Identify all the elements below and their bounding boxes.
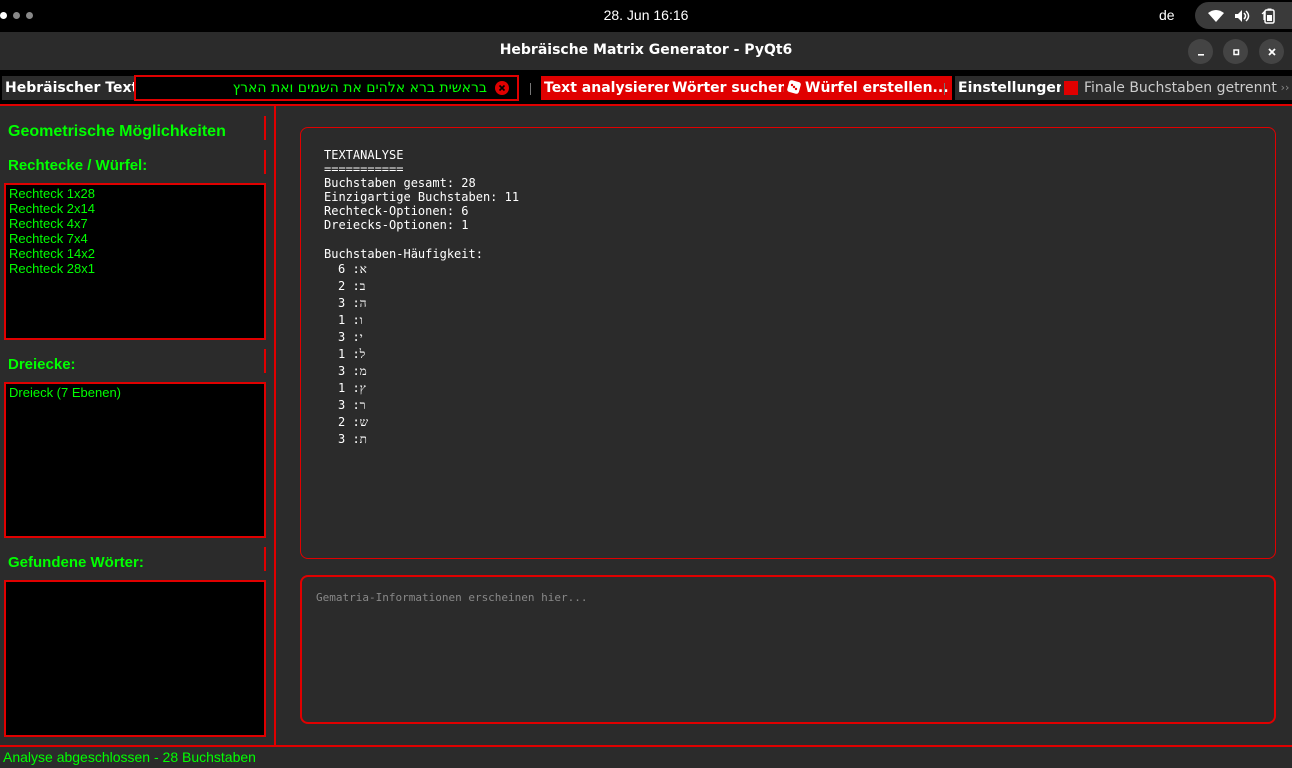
output-panel: TEXTANALYSE =========== Buchstaben gesam…	[276, 106, 1292, 745]
frequency-line: ץ: 1	[338, 380, 366, 395]
frequency-line: ש: 2	[338, 414, 369, 429]
system-tray[interactable]	[1195, 2, 1292, 29]
frequency-title: Buchstaben-Häufigkeit:	[324, 246, 483, 261]
section-marker	[264, 116, 266, 140]
found-words-list[interactable]	[4, 580, 266, 737]
maximize-button[interactable]	[1223, 39, 1248, 64]
wifi-icon	[1208, 9, 1224, 22]
list-item[interactable]: Rechteck 7x4	[9, 231, 261, 246]
triangles-list[interactable]: Dreieck (7 Ebenen)	[4, 382, 266, 538]
status-bar: Analyse abgeschlossen - 28 Buchstaben	[0, 745, 1292, 768]
hebrew-text-input[interactable]: בראשית ברא אלהים את השמים ואת הארץ	[134, 75, 519, 101]
toolbar-overflow-button[interactable]: ››	[1278, 76, 1292, 100]
text-analysis-output[interactable]: TEXTANALYSE =========== Buchstaben gesam…	[300, 127, 1276, 559]
frequency-line: ב: 2	[338, 278, 366, 293]
triangles-title: Dreiecke:	[8, 356, 76, 373]
analysis-line: Rechteck-Optionen: 6	[324, 204, 469, 219]
settings-label: Einstellungen:	[955, 76, 1075, 100]
frequency-line: ת: 3	[338, 431, 368, 446]
minimize-button[interactable]	[1188, 39, 1213, 64]
maximize-icon	[1232, 48, 1239, 55]
list-item[interactable]: Rechteck 1x28	[9, 186, 261, 201]
create-cube-button[interactable]: Würfel erstellen...	[784, 76, 952, 100]
list-item[interactable]: Dreieck (7 Ebenen)	[9, 385, 261, 400]
search-words-button[interactable]: Wörter suchen	[669, 76, 791, 100]
hebrew-text-label: Hebräischer Text:	[2, 76, 147, 100]
analysis-line: Buchstaben gesamt: 28	[324, 176, 476, 191]
window-title: Hebräische Matrix Generator - PyQt6	[499, 42, 793, 58]
frequency-line: ר: 3	[338, 397, 366, 412]
close-icon	[1267, 47, 1276, 56]
keyboard-language[interactable]: de	[1159, 7, 1175, 23]
frequency-line: ה: 3	[338, 295, 367, 310]
toolbar-separator	[944, 83, 945, 95]
section-marker	[264, 547, 266, 571]
gematria-output[interactable]: Gematria-Informationen erscheinen hier..…	[300, 575, 1276, 724]
rectangles-list[interactable]: Rechteck 1x28 Rechteck 2x14 Rechteck 4x7…	[4, 183, 266, 340]
clear-input-button[interactable]	[495, 81, 509, 95]
analysis-line: ===========	[324, 162, 404, 177]
geometry-panel: Geometrische Möglichkeiten Rechtecke / W…	[0, 106, 274, 745]
found-words-title: Gefundene Wörter:	[8, 554, 144, 571]
dice-icon	[787, 80, 801, 94]
battery-icon	[1261, 8, 1275, 24]
hebrew-text-value: בראשית ברא אלהים את השמים ואת הארץ	[232, 80, 487, 96]
rectangles-title: Rechtecke / Würfel:	[8, 157, 148, 174]
analysis-line: TEXTANALYSE	[324, 148, 404, 162]
main-toolbar: Hebräischer Text: בראשית ברא אלהים את הש…	[0, 70, 1292, 106]
list-item[interactable]: Rechteck 14x2	[9, 246, 261, 261]
finale-letters-checkbox[interactable]: Finale Buchstaben getrennt	[1061, 76, 1280, 100]
list-item[interactable]: Rechteck 2x14	[9, 201, 261, 216]
gematria-placeholder: Gematria-Informationen erscheinen hier..…	[316, 591, 588, 604]
section-marker	[264, 150, 266, 174]
checkbox-indicator[interactable]	[1064, 81, 1078, 95]
frequency-line: ו: 1	[338, 312, 363, 327]
list-item[interactable]: Rechteck 4x7	[9, 216, 261, 231]
system-clock[interactable]: 28. Jun 16:16	[0, 7, 1292, 23]
analyze-text-button[interactable]: Text analysieren	[541, 76, 677, 100]
analysis-line: Dreiecks-Optionen: 1	[324, 218, 469, 233]
analysis-line: Einzigartige Buchstaben: 11	[324, 190, 520, 205]
chevron-right-icon: ››	[1280, 81, 1290, 94]
window-title-bar[interactable]: Hebräische Matrix Generator - PyQt6	[0, 32, 1292, 70]
section-marker	[264, 349, 266, 373]
toolbar-separator	[530, 83, 531, 95]
frequency-line: מ: 3	[338, 363, 367, 378]
speaker-icon	[1235, 9, 1250, 22]
frequency-line: י: 3	[338, 329, 363, 344]
geometry-panel-title: Geometrische Möglichkeiten	[8, 123, 226, 140]
create-cube-label: Würfel erstellen...	[805, 80, 949, 96]
system-top-bar: 28. Jun 16:16 de	[0, 0, 1292, 32]
clear-icon	[498, 84, 506, 92]
minimize-icon	[1197, 53, 1204, 56]
finale-letters-label: Finale Buchstaben getrennt	[1084, 80, 1277, 96]
frequency-line: ל: 1	[338, 346, 366, 361]
close-button[interactable]	[1259, 39, 1284, 64]
list-item[interactable]: Rechteck 28x1	[9, 261, 261, 276]
frequency-line: א: 6	[338, 261, 367, 276]
